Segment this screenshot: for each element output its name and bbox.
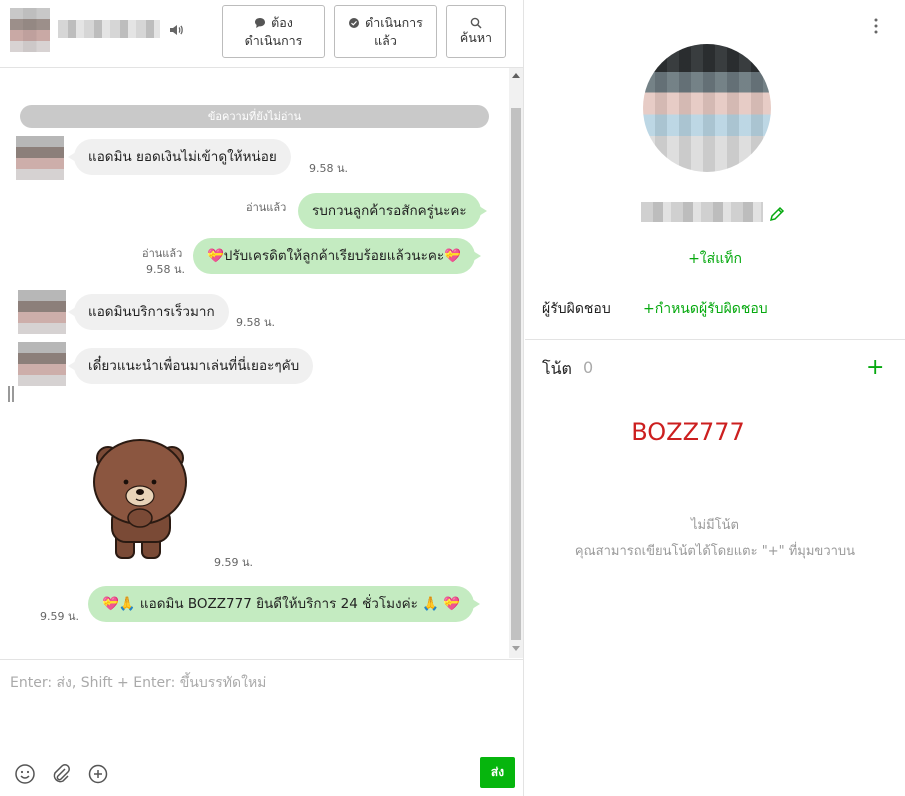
attachment-icon[interactable] [50, 763, 72, 785]
message-bubble-in[interactable]: แอดมินบริการเร็วมาก [68, 294, 229, 330]
speaker-icon[interactable] [168, 22, 184, 38]
assignee-label: ผู้รับผิดชอบ [542, 301, 611, 317]
needs-action-button[interactable]: ต้อง ดำเนินการ [222, 5, 325, 58]
scroll-thumb[interactable] [511, 108, 521, 640]
emoji-icon[interactable] [14, 763, 36, 785]
more-vertical-icon[interactable] [871, 17, 881, 35]
message-time: 9.58 น. [236, 316, 276, 329]
message-time: 9.58 น. [309, 162, 349, 175]
scroll-down-arrow-icon[interactable] [512, 646, 520, 651]
message-bubble-out[interactable]: รบกวนลูกค้ารอสักครู่นะคะ [298, 193, 487, 229]
add-circle-icon[interactable] [87, 763, 109, 785]
message-scrollbar[interactable] [509, 68, 523, 658]
send-button[interactable]: ส่ง [480, 757, 515, 788]
no-notes-description: คุณสามารถเขียนโน้ตได้โดยแตะ "+" ที่มุมขว… [574, 544, 856, 559]
profile-name-blurred [641, 202, 763, 222]
done-line2: แล้ว [374, 32, 397, 48]
read-receipt: อ่านแล้ว [142, 247, 183, 260]
sender-avatar[interactable] [18, 290, 66, 334]
sender-avatar[interactable] [18, 342, 66, 386]
composer: ส่ง [0, 659, 524, 796]
contact-avatar[interactable] [10, 8, 50, 52]
message-bubble-out[interactable]: 💝🙏 แอดมิน BOZZ777 ยินดีให้บริการ 24 ชั่ว… [88, 586, 481, 622]
read-receipt: อ่านแล้ว [246, 201, 287, 214]
check-bubble-icon [349, 17, 360, 28]
notes-count: 0 [583, 358, 594, 377]
unread-divider: ข้อความที่ยังไม่อ่าน [20, 105, 489, 128]
notes-heading: โน้ต [542, 359, 572, 378]
no-notes-title: ไม่มีโน้ต [691, 518, 739, 533]
chat-pane: ต้อง ดำเนินการ ดำเนินการ แล้ว ค้นหา ข้อค… [0, 0, 524, 796]
message-time: 9.59 น. [40, 610, 80, 623]
add-note-button[interactable]: + [866, 355, 884, 381]
contact-name-blurred [58, 20, 160, 38]
done-button[interactable]: ดำเนินการ แล้ว [334, 5, 437, 58]
profile-avatar[interactable] [643, 44, 771, 172]
search-button[interactable]: ค้นหา [446, 5, 506, 58]
drag-handle[interactable] [8, 386, 14, 402]
assign-owner-link[interactable]: +กำหนดผู้รับผิดชอบ [643, 298, 768, 320]
needs-action-line1: ต้อง [271, 14, 293, 30]
done-line1: ดำเนินการ [365, 14, 423, 30]
chat-header: ต้อง ดำเนินการ ดำเนินการ แล้ว ค้นหา [0, 0, 524, 68]
message-time: 9.59 น. [214, 556, 254, 569]
profile-pane: +ใส่แท็ก ผู้รับผิดชอบ +กำหนดผู้รับผิดชอบ… [525, 0, 905, 796]
add-tag-link[interactable]: +ใส่แท็ก [525, 248, 905, 270]
message-bubble-out[interactable]: 💝ปรับเครดิตให้ลูกค้าเรียบร้อยแล้วนะคะ💝 [193, 238, 481, 274]
message-time: 9.58 น. [146, 263, 186, 276]
message-list[interactable]: ข้อความที่ยังไม่อ่าน แอดมิน ยอดเงินไม่เข… [0, 68, 509, 658]
divider [525, 339, 905, 340]
scroll-up-arrow-icon[interactable] [512, 73, 520, 78]
sender-avatar[interactable] [16, 136, 64, 180]
message-bubble-in[interactable]: แอดมิน ยอดเงินไม่เข้าดูให้หน่อย [68, 139, 291, 175]
brand-text: BOZZ777 [631, 418, 745, 446]
brown-bear-sticker[interactable] [88, 436, 194, 564]
needs-action-line2: ดำเนินการ [244, 32, 303, 48]
chat-bubble-icon [255, 17, 266, 28]
message-bubble-in[interactable]: เดี๋ยวแนะนำเพื่อนมาเล่นที่นี่เยอะๆคับ [67, 348, 314, 384]
search-label: ค้นหา [459, 29, 493, 45]
search-icon [470, 17, 482, 29]
pencil-icon[interactable] [768, 205, 786, 223]
message-input[interactable] [10, 672, 510, 694]
